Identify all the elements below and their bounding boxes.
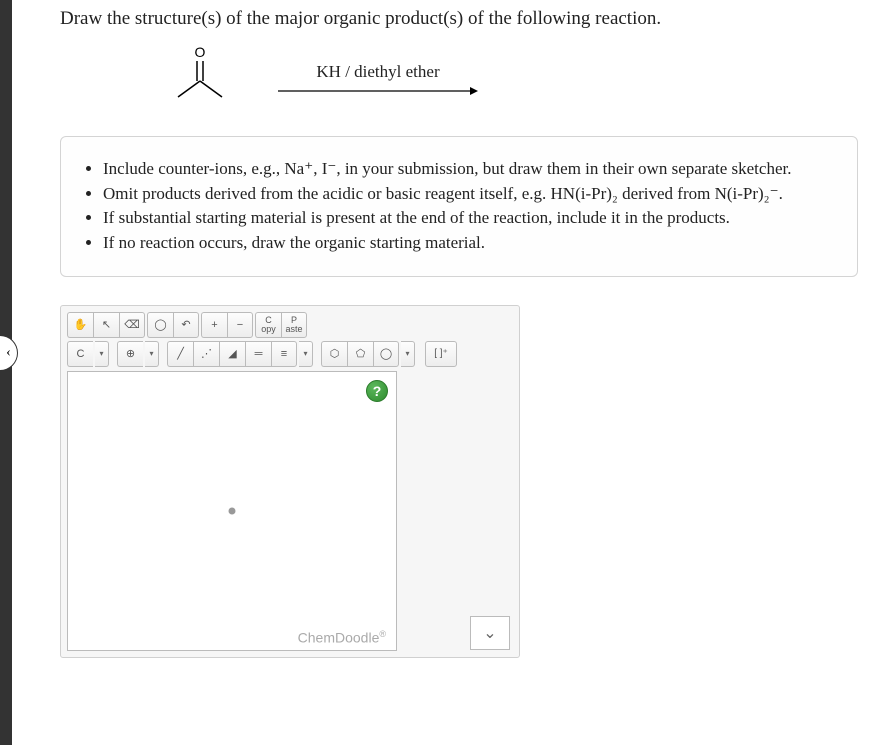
left-edge-bar bbox=[0, 0, 12, 745]
element-button[interactable]: C bbox=[67, 341, 93, 367]
oxygen-label: O bbox=[195, 45, 206, 60]
lasso-tool-icon[interactable]: ◯ bbox=[147, 312, 173, 338]
bracket-tool-icon[interactable]: [ ]⁺ bbox=[425, 341, 457, 367]
zoom-in-icon[interactable]: + bbox=[201, 312, 227, 338]
help-icon[interactable]: ? bbox=[366, 380, 388, 402]
reaction-scheme: O KH / diethyl ether bbox=[160, 44, 858, 116]
instruction-item: If substantial starting material is pres… bbox=[103, 206, 839, 231]
copy-button[interactable]: C opy bbox=[255, 312, 281, 338]
question-title: Draw the structure(s) of the major organ… bbox=[60, 8, 858, 30]
expand-sketcher-button[interactable]: ⌄ bbox=[470, 616, 510, 650]
sketcher-panel: ✋ ↖ ⌫ ◯ ↶ + − C opy bbox=[60, 305, 520, 658]
ring-dropdown-icon[interactable]: ▾ bbox=[401, 341, 415, 367]
drawing-canvas[interactable]: ? ChemDoodle® bbox=[67, 371, 397, 651]
hexagon-ring-icon[interactable]: ⬡ bbox=[321, 341, 347, 367]
chevron-down-icon: ⌄ bbox=[483, 623, 496, 643]
bond-dropdown-icon[interactable]: ▾ bbox=[299, 341, 313, 367]
starting-material-icon: O bbox=[160, 45, 240, 115]
single-bond-icon[interactable]: ╱ bbox=[167, 341, 193, 367]
toolbar-row-2: C ▾ ⊕ ▾ ╱ ⋰ ◢ ═ ≡ ▾ ⬡ ⬠ ◯ bbox=[67, 341, 513, 367]
benzene-ring-icon[interactable]: ◯ bbox=[373, 341, 399, 367]
wedge-bond-icon[interactable]: ◢ bbox=[219, 341, 245, 367]
erase-tool-icon[interactable]: ⌫ bbox=[119, 312, 145, 338]
chemdoodle-branding: ChemDoodle® bbox=[298, 629, 386, 646]
element-dropdown-icon[interactable]: ▾ bbox=[95, 341, 109, 367]
paste-button[interactable]: P aste bbox=[281, 312, 307, 338]
chevron-left-icon: ‹ bbox=[6, 345, 11, 361]
double-bond-icon[interactable]: ═ bbox=[245, 341, 271, 367]
instruction-item: Omit products derived from the acidic or… bbox=[103, 182, 839, 207]
reagent-label: KH / diethyl ether bbox=[316, 62, 439, 82]
hand-tool-icon[interactable]: ✋ bbox=[67, 312, 93, 338]
dashed-bond-icon[interactable]: ⋰ bbox=[193, 341, 219, 367]
charge-dropdown-icon[interactable]: ▾ bbox=[145, 341, 159, 367]
reaction-arrow-icon bbox=[278, 84, 478, 98]
canvas-center-dot-icon bbox=[229, 507, 236, 514]
triple-bond-icon[interactable]: ≡ bbox=[271, 341, 297, 367]
instructions-box: Include counter-ions, e.g., Na⁺, I⁻, in … bbox=[60, 136, 858, 277]
cursor-tool-icon[interactable]: ↖ bbox=[93, 312, 119, 338]
charge-button-icon[interactable]: ⊕ bbox=[117, 341, 143, 367]
undo-tool-icon[interactable]: ↶ bbox=[173, 312, 199, 338]
toolbar-row-1: ✋ ↖ ⌫ ◯ ↶ + − C opy bbox=[67, 312, 513, 338]
collapse-tab[interactable]: ‹ bbox=[0, 335, 18, 371]
zoom-out-icon[interactable]: − bbox=[227, 312, 253, 338]
instruction-item: If no reaction occurs, draw the organic … bbox=[103, 231, 839, 256]
instruction-item: Include counter-ions, e.g., Na⁺, I⁻, in … bbox=[103, 157, 839, 182]
pentagon-ring-icon[interactable]: ⬠ bbox=[347, 341, 373, 367]
